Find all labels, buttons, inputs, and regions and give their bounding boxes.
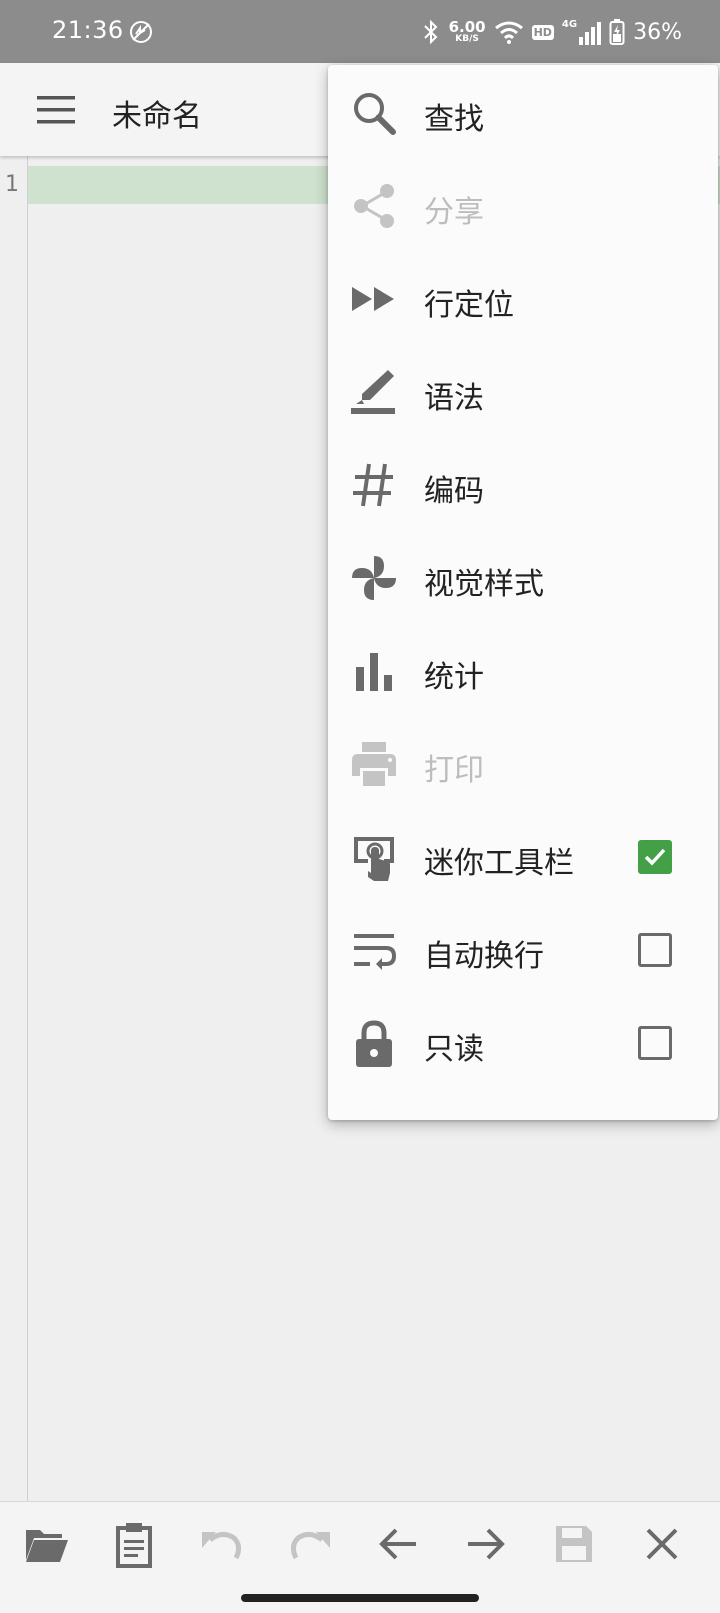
menu-item-word-wrap[interactable]: 自动换行 xyxy=(328,902,718,998)
search-icon xyxy=(354,93,396,135)
printer-icon xyxy=(352,742,396,786)
pinwheel-icon xyxy=(352,556,396,600)
line-number-gutter: 1 xyxy=(0,156,28,1501)
close-icon[interactable] xyxy=(638,1520,686,1568)
battery-percent: 36% xyxy=(633,19,682,45)
menu-label: 自动换行 xyxy=(424,939,544,974)
status-indicators: 6.00 KB/S HD 4G 36% xyxy=(421,14,682,50)
menu-item-statistics[interactable]: 统计 xyxy=(328,623,718,719)
net-speed: 6.00 KB/S xyxy=(449,20,486,44)
hash-icon xyxy=(353,463,393,507)
check-icon xyxy=(644,848,666,866)
menu-item-share[interactable]: 分享 xyxy=(328,158,718,254)
menu-label: 行定位 xyxy=(424,288,514,323)
menu-item-mini-toolbar[interactable]: 迷你工具栏 xyxy=(328,809,718,905)
menu-item-encoding[interactable]: 编码 xyxy=(328,437,718,533)
cell-signal-icon: 4G xyxy=(561,19,602,45)
arrow-left-icon[interactable] xyxy=(374,1520,422,1568)
menu-item-visual-style[interactable]: 视觉样式 xyxy=(328,530,718,626)
read-only-checkbox[interactable] xyxy=(638,1026,672,1060)
bottom-toolbar xyxy=(0,1501,720,1613)
wifi-icon xyxy=(494,21,523,44)
hd-badge: HD xyxy=(531,24,554,40)
hamburger-menu-icon[interactable] xyxy=(32,90,80,130)
redo-icon[interactable] xyxy=(286,1520,334,1568)
clipboard-icon[interactable] xyxy=(110,1520,158,1568)
sync-off-icon xyxy=(130,21,152,43)
menu-label: 语法 xyxy=(424,381,484,416)
menu-item-syntax[interactable]: 语法 xyxy=(328,344,718,440)
bar-chart-icon xyxy=(356,653,392,691)
menu-label: 迷你工具栏 xyxy=(424,846,574,881)
menu-label: 视觉样式 xyxy=(424,567,544,602)
menu-label: 查找 xyxy=(424,102,484,137)
fast-forward-icon xyxy=(352,287,394,311)
network-type: 4G xyxy=(561,19,578,30)
line-number: 1 xyxy=(5,172,19,197)
word-wrap-checkbox[interactable] xyxy=(638,933,672,967)
mini-toolbar-checkbox[interactable] xyxy=(638,840,672,874)
menu-label: 分享 xyxy=(424,195,484,230)
bluetooth-icon xyxy=(423,19,437,45)
document-title: 未命名 xyxy=(112,99,202,134)
menu-label: 打印 xyxy=(424,753,484,788)
overflow-menu: 查找 分享 行定位 语法 编码 视觉样式 统计 打印 迷你工具栏 自动换行 只读 xyxy=(328,65,718,1120)
wrap-text-icon xyxy=(354,934,397,970)
lock-icon xyxy=(356,1020,392,1067)
touch-screen-icon xyxy=(354,837,394,881)
folder-open-icon[interactable] xyxy=(22,1520,70,1568)
battery-icon xyxy=(609,19,625,45)
arrow-right-icon[interactable] xyxy=(462,1520,510,1568)
status-bar: 21:36 6.00 KB/S HD 4G 36% xyxy=(0,0,720,63)
status-time: 21:36 xyxy=(52,16,124,44)
undo-icon[interactable] xyxy=(198,1520,246,1568)
menu-item-goto-line[interactable]: 行定位 xyxy=(328,251,718,347)
menu-label: 统计 xyxy=(424,660,484,695)
menu-item-read-only[interactable]: 只读 xyxy=(328,995,718,1091)
menu-item-find[interactable]: 查找 xyxy=(328,65,718,161)
net-speed-unit: KB/S xyxy=(455,34,479,44)
menu-item-print[interactable]: 打印 xyxy=(328,716,718,812)
save-icon[interactable] xyxy=(550,1520,598,1568)
highlighter-icon xyxy=(351,370,395,414)
net-speed-value: 6.00 xyxy=(448,18,486,36)
share-icon xyxy=(354,184,394,228)
home-indicator[interactable] xyxy=(241,1594,479,1602)
menu-label: 编码 xyxy=(424,474,484,509)
menu-label: 只读 xyxy=(424,1032,484,1067)
